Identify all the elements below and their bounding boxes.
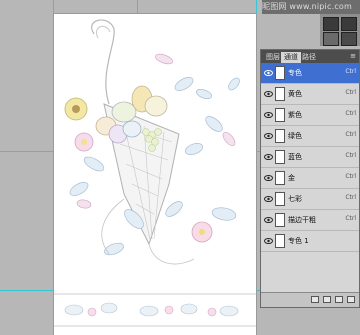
- channel-row[interactable]: 黄色 Ctrl: [261, 84, 359, 105]
- channel-shortcut: Ctrl: [345, 215, 356, 222]
- save-selection-icon[interactable]: [323, 296, 331, 303]
- channel-shortcut: Ctrl: [345, 110, 356, 117]
- channel-shortcut: Ctrl: [345, 194, 356, 201]
- eye-icon[interactable]: [264, 132, 273, 140]
- channel-row[interactable]: 七彩 Ctrl: [261, 189, 359, 210]
- channel-row[interactable]: 蓝色 Ctrl: [261, 147, 359, 168]
- eye-icon[interactable]: [264, 111, 273, 119]
- eye-icon[interactable]: [264, 90, 273, 98]
- eye-icon[interactable]: [264, 216, 273, 224]
- eye-icon[interactable]: [264, 69, 273, 77]
- fruit-basket-illustration: [54, 19, 256, 327]
- channel-thumbnail: [275, 87, 285, 101]
- tab-paths[interactable]: 路径: [299, 52, 319, 63]
- load-selection-icon[interactable]: [311, 296, 319, 303]
- watermark-text: 昵图网 www.nipic.com: [262, 2, 353, 11]
- channel-thumbnail: [275, 108, 285, 122]
- channel-label: 黄色: [288, 90, 302, 98]
- tab-layers[interactable]: 图层: [263, 52, 283, 63]
- panel-menu-icon[interactable]: ≡: [350, 52, 356, 60]
- channel-thumbnail: [275, 129, 285, 143]
- channel-row[interactable]: 绿色 Ctrl: [261, 126, 359, 147]
- eye-icon[interactable]: [264, 153, 273, 161]
- channel-shortcut: Ctrl: [345, 131, 356, 138]
- channel-list: 专色 Ctrl 黄色 Ctrl 紫色 Ctrl 绿色 Ctrl 蓝色 Ctrl: [261, 63, 359, 252]
- eye-icon[interactable]: [264, 174, 273, 182]
- channel-shortcut: Ctrl: [345, 68, 356, 75]
- channel-label: 专色: [288, 69, 302, 77]
- channel-row[interactable]: 专色 Ctrl: [261, 63, 359, 84]
- channel-thumbnail: [275, 192, 285, 206]
- tool-icon-strip: [320, 14, 360, 46]
- channel-shortcut: Ctrl: [345, 173, 356, 180]
- tab-channels[interactable]: 通道: [281, 52, 301, 63]
- channel-shortcut: Ctrl: [345, 152, 356, 159]
- channel-thumbnail: [275, 171, 285, 185]
- channel-label: 专色 1: [288, 237, 309, 245]
- channel-thumbnail: [275, 150, 285, 164]
- panel-footer: [261, 292, 359, 307]
- document-canvas[interactable]: [54, 14, 256, 335]
- channel-label: 描边干粗: [288, 216, 316, 224]
- channel-shortcut: Ctrl: [345, 89, 356, 96]
- channels-panel: 图层 通道 路径 ≡ 专色 Ctrl 黄色 Ctrl 紫色 Ctrl 绿色 Ct…: [260, 49, 360, 308]
- channel-row[interactable]: 紫色 Ctrl: [261, 105, 359, 126]
- tool-icon-2[interactable]: [341, 17, 357, 31]
- panel-header: 图层 通道 路径 ≡: [261, 50, 359, 63]
- channel-label: 绿色: [288, 132, 302, 140]
- channel-row[interactable]: 描边干粗 Ctrl: [261, 210, 359, 231]
- channel-label: 紫色: [288, 111, 302, 119]
- channel-thumbnail: [275, 66, 285, 80]
- channel-thumbnail: [275, 234, 285, 248]
- eye-icon[interactable]: [264, 237, 273, 245]
- channel-row[interactable]: 金 Ctrl: [261, 168, 359, 189]
- tool-icon-3[interactable]: [323, 32, 339, 46]
- new-channel-icon[interactable]: [335, 296, 343, 303]
- channel-label: 蓝色: [288, 153, 302, 161]
- tool-icon-1[interactable]: [323, 17, 339, 31]
- channel-label: 七彩: [288, 195, 302, 203]
- eye-icon[interactable]: [264, 195, 273, 203]
- guide-vertical-right: [256, 0, 257, 335]
- channel-row[interactable]: 专色 1: [261, 231, 359, 252]
- channel-label: 金: [288, 174, 295, 182]
- trash-icon[interactable]: [347, 296, 355, 303]
- channel-thumbnail: [275, 213, 285, 227]
- tool-icon-4[interactable]: [341, 32, 357, 46]
